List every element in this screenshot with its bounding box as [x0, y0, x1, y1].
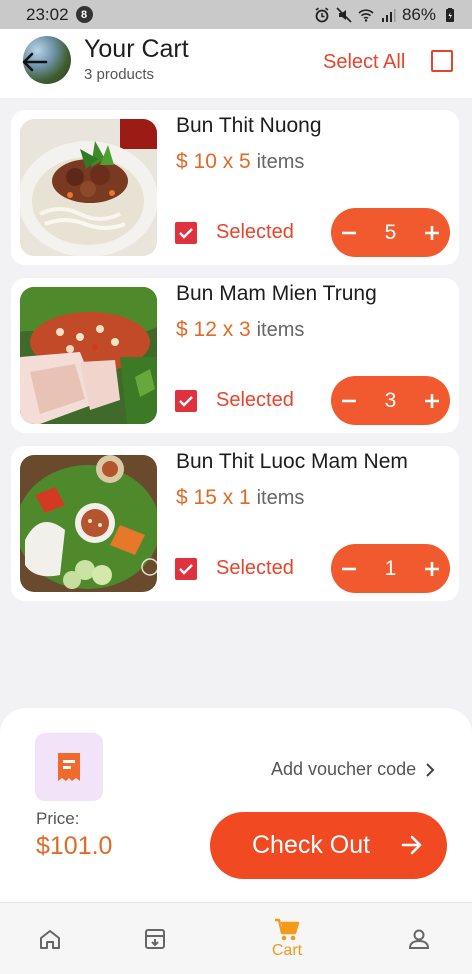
- plus-icon: [425, 393, 439, 408]
- quantity-stepper: 5: [331, 208, 450, 257]
- title-block: Your Cart 3 products: [84, 35, 189, 83]
- plus-icon: [425, 561, 439, 576]
- checkmark-icon: [179, 396, 193, 407]
- item-price-value: $ 15 x 1: [176, 486, 251, 509]
- chevron-right-icon: [426, 762, 435, 777]
- quantity-stepper: 1: [331, 544, 450, 593]
- food-image-bun-mam-mien-trung[interactable]: [20, 287, 157, 424]
- product-count: 3 products: [84, 66, 155, 83]
- minus-icon: [342, 399, 356, 402]
- item-price: $ 12 x 3 items: [176, 318, 304, 342]
- item-price: $ 15 x 1 items: [176, 486, 304, 510]
- nav-profile[interactable]: [389, 903, 449, 974]
- cart-header: Your Cart 3 products Select All: [0, 29, 472, 98]
- receipt-icon: [58, 753, 80, 781]
- food-image-bun-thit-nuong[interactable]: [20, 119, 157, 256]
- select-all-label[interactable]: Select All: [323, 51, 405, 74]
- item-unit: items: [256, 151, 305, 173]
- increase-button[interactable]: [414, 208, 450, 257]
- checkmark-icon: [179, 564, 193, 575]
- increase-button[interactable]: [414, 544, 450, 593]
- food-image-bun-thit-luoc-mam-nem[interactable]: [20, 455, 157, 592]
- battery-icon: [446, 7, 454, 22]
- quantity-value: 5: [384, 220, 397, 244]
- cart-item: Bun Mam Mien Trung $ 12 x 3 items Select…: [11, 278, 459, 433]
- mute-icon: [336, 6, 352, 23]
- voucher-icon-box[interactable]: [35, 733, 103, 801]
- cart-icon: [275, 918, 300, 941]
- item-unit: items: [256, 319, 305, 341]
- selected-label: Selected: [216, 221, 294, 243]
- item-price: $ 10 x 5 items: [176, 150, 304, 174]
- plus-icon: [425, 225, 439, 240]
- quantity-value: 1: [384, 556, 397, 580]
- back-arrow-icon[interactable]: [22, 51, 48, 73]
- nav-cart-label: Cart: [271, 942, 303, 959]
- alarm-icon: [315, 7, 329, 22]
- cart-item: Bun Thit Luoc Mam Nem $ 15 x 1 items Sel…: [11, 446, 459, 601]
- status-time: 23:02: [26, 4, 69, 24]
- nav-orders[interactable]: [125, 903, 185, 974]
- status-icons: 86%: [314, 5, 458, 25]
- total-price: $101.0: [36, 832, 113, 860]
- cart-list: Bun Thit Nuong $ 10 x 5 items Selected 5: [11, 110, 459, 614]
- item-price-value: $ 12 x 3: [176, 318, 251, 341]
- decrease-button[interactable]: [331, 544, 367, 593]
- status-bar: 23:02 8 86%: [0, 0, 472, 29]
- add-voucher-link[interactable]: Add voucher code: [271, 759, 435, 780]
- profile-icon: [408, 929, 430, 949]
- select-all-checkbox[interactable]: [431, 50, 453, 72]
- price-label: Price:: [36, 809, 80, 828]
- item-unit: items: [256, 487, 305, 509]
- nav-home[interactable]: [20, 903, 80, 974]
- cart-item: Bun Thit Nuong $ 10 x 5 items Selected 5: [11, 110, 459, 265]
- wifi-icon: [358, 8, 374, 22]
- item-price-value: $ 10 x 5: [176, 150, 251, 173]
- notification-count-badge: 8: [75, 6, 93, 23]
- checkmark-icon: [179, 228, 193, 239]
- item-select-checkbox[interactable]: [175, 390, 197, 412]
- increase-button[interactable]: [414, 376, 450, 425]
- page-title: Your Cart: [84, 35, 189, 63]
- archive-icon: [145, 929, 165, 949]
- checkout-label: Check Out: [252, 831, 371, 859]
- minus-icon: [342, 567, 356, 570]
- nav-cart[interactable]: Cart: [257, 903, 317, 974]
- arrow-right-icon: [401, 835, 422, 855]
- signal-icon: [381, 8, 396, 22]
- item-select-checkbox[interactable]: [175, 222, 197, 244]
- home-icon: [40, 930, 60, 949]
- checkout-summary: Add voucher code Price: $101.0 Check Out: [0, 708, 472, 904]
- item-select-checkbox[interactable]: [175, 558, 197, 580]
- selected-label: Selected: [216, 557, 294, 579]
- voucher-label: Add voucher code: [271, 759, 417, 779]
- item-name: Bun Thit Luoc Mam Nem: [176, 450, 408, 473]
- selected-label: Selected: [216, 389, 294, 411]
- checkout-button[interactable]: Check Out: [210, 812, 447, 879]
- decrease-button[interactable]: [331, 208, 367, 257]
- decrease-button[interactable]: [331, 376, 367, 425]
- quantity-value: 3: [384, 388, 397, 412]
- item-name: Bun Thit Nuong: [176, 114, 322, 137]
- quantity-stepper: 3: [331, 376, 450, 425]
- minus-icon: [342, 231, 356, 234]
- battery-percent: 86%: [401, 4, 436, 24]
- bottom-nav: Cart: [0, 902, 472, 974]
- item-name: Bun Mam Mien Trung: [176, 282, 377, 305]
